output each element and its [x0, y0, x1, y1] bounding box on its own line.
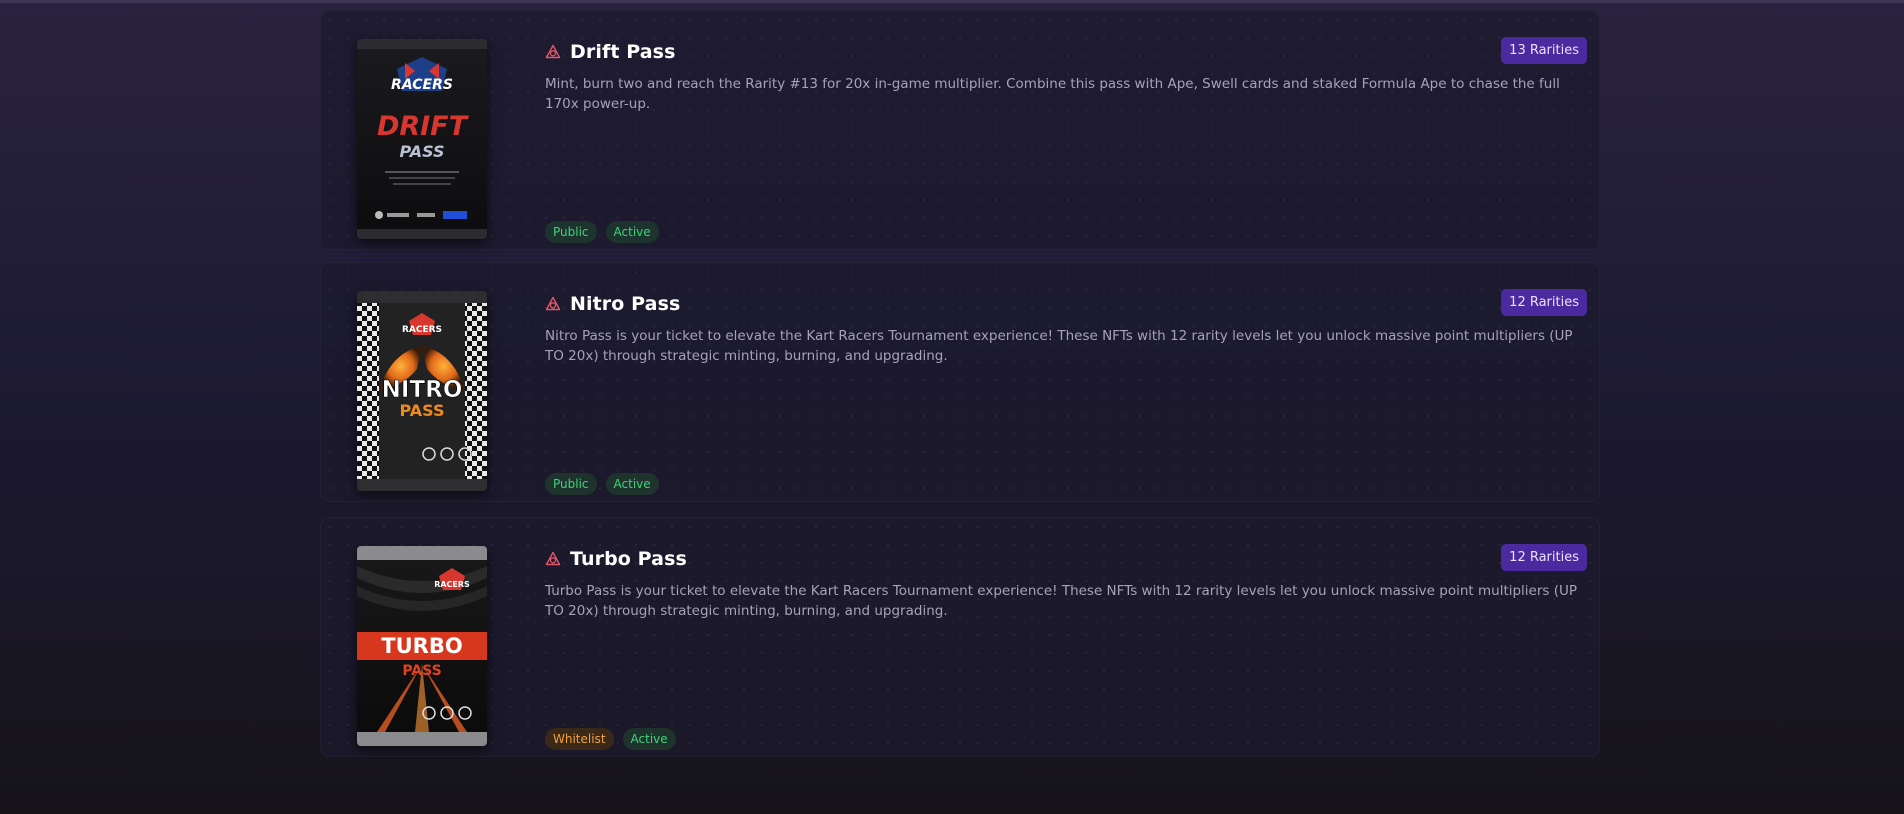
pass-description: Turbo Pass is your ticket to elevate the…: [545, 583, 1578, 619]
pass-tags: Public Active: [545, 221, 659, 243]
pass-tags: Whitelist Active: [545, 728, 676, 750]
pass-description: Mint, burn two and reach the Rarity #13 …: [545, 76, 1560, 112]
pass-card-nitro[interactable]: RACERS NITRO PASS Nitro Pass 12 Rarities…: [320, 262, 1600, 502]
drift-pack-image: RACERS DRIFT PASS: [357, 39, 487, 239]
pack-name-text: DRIFT: [377, 111, 470, 142]
pass-title-row: Nitro Pass: [545, 293, 680, 315]
pack-name-text: NITRO: [382, 377, 463, 403]
pass-thumbnail: RACERS TURBO PASS: [357, 546, 487, 746]
pass-thumbnail: RACERS DRIFT PASS: [357, 39, 487, 239]
pass-title-row: Turbo Pass: [545, 548, 687, 570]
pass-title: Drift Pass: [570, 41, 676, 63]
tag-active: Active: [605, 473, 659, 495]
pack-brand-text: RACERS: [402, 325, 442, 335]
tag-active: Active: [605, 221, 659, 243]
pack-brand-text: RACERS: [434, 580, 470, 589]
pass-card-drift[interactable]: RACERS DRIFT PASS Drift Pass 13 Rarities…: [320, 10, 1600, 250]
rarities-badge: 12 Rarities: [1501, 289, 1587, 316]
rarities-badge: 12 Rarities: [1501, 544, 1587, 571]
triangle-knot-icon: [545, 296, 561, 311]
nitro-pack-image: RACERS NITRO PASS: [357, 291, 487, 491]
triangle-knot-icon: [545, 551, 561, 566]
pass-description: Nitro Pass is your ticket to elevate the…: [545, 328, 1573, 364]
pass-title: Nitro Pass: [570, 293, 681, 315]
pack-brand-text: RACERS: [391, 77, 453, 93]
top-divider: [0, 0, 1904, 3]
tag-whitelist: Whitelist: [545, 728, 614, 750]
pack-sub-text: PASS: [400, 401, 445, 420]
pass-tags: Public Active: [545, 473, 659, 495]
triangle-knot-icon: [545, 44, 561, 59]
pass-title-row: Drift Pass: [545, 41, 675, 63]
turbo-pack-image: RACERS TURBO PASS: [357, 546, 487, 746]
tag-public: Public: [545, 473, 597, 495]
pass-title: Turbo Pass: [570, 548, 687, 570]
pack-name-text: TURBO: [381, 634, 462, 658]
pass-card-turbo[interactable]: RACERS TURBO PASS Turbo Pass 12 Rarities…: [320, 517, 1600, 757]
pack-sub-text: PASS: [399, 142, 444, 161]
pack-sub-text: PASS: [402, 663, 441, 679]
tag-active: Active: [622, 728, 676, 750]
rarities-badge: 13 Rarities: [1501, 37, 1587, 64]
tag-public: Public: [545, 221, 597, 243]
pass-thumbnail: RACERS NITRO PASS: [357, 291, 487, 491]
